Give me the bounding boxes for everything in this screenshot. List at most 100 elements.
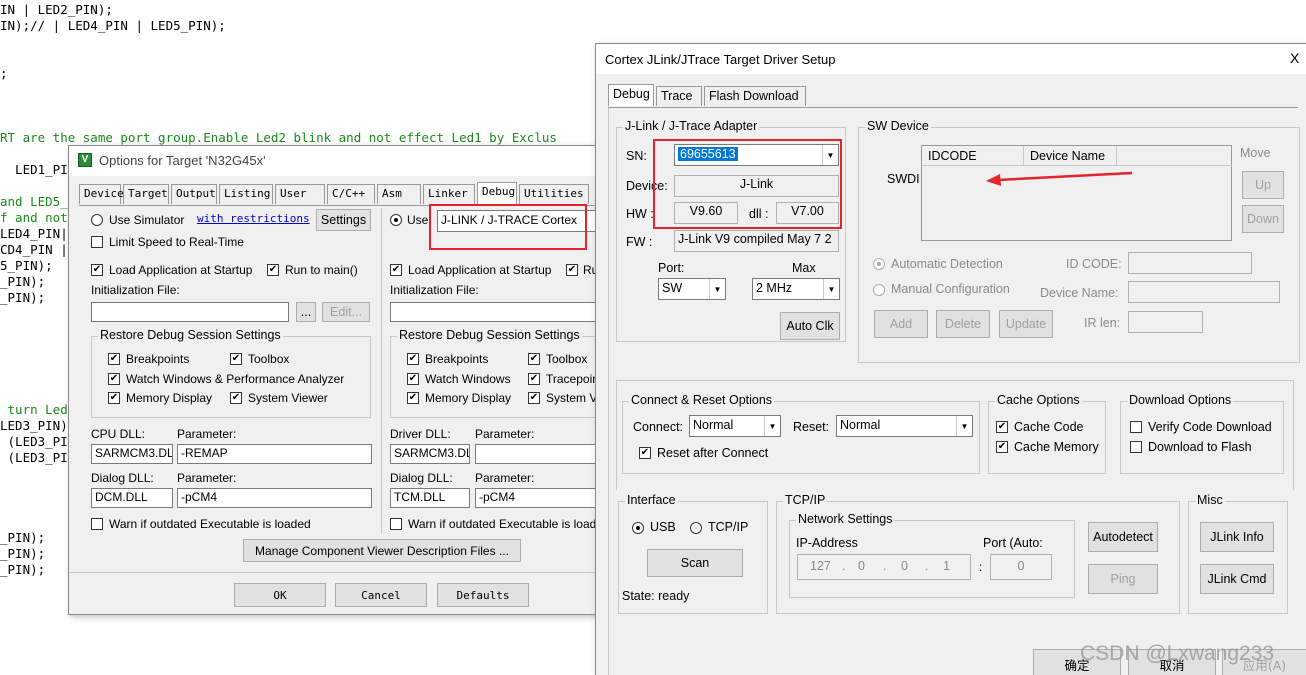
browse-button[interactable]: ... [296, 302, 316, 322]
toolbox-checkbox-target[interactable]: ✔ [528, 353, 540, 365]
cpu-dll-field[interactable]: SARMCM3.DLL [91, 444, 173, 464]
tab-user[interactable]: User [275, 184, 325, 204]
with-restrictions-link[interactable]: with restrictions [197, 212, 310, 225]
col-idcode-header[interactable]: IDCODE [922, 146, 1024, 166]
dialog-parameter-field-target[interactable]: -pCM4 [475, 488, 605, 508]
system-viewer-checkbox[interactable]: ✔ [230, 392, 242, 404]
network-settings-group-label: Network Settings [796, 512, 895, 526]
jlink-cmd-button[interactable]: JLink Cmd [1200, 564, 1274, 594]
breakpoints-checkbox[interactable]: ✔ [108, 353, 120, 365]
scan-button[interactable]: Scan [647, 549, 743, 577]
ir-len-field[interactable] [1128, 311, 1203, 333]
ip-address-field[interactable]: 127 . 0 . 0 . 1 [797, 554, 971, 580]
limit-speed-checkbox[interactable] [91, 236, 103, 248]
up-button[interactable]: Up [1242, 171, 1284, 199]
watch-perf-label: Watch Windows & Performance Analyzer [126, 372, 345, 386]
defaults-button[interactable]: Defaults [437, 583, 529, 607]
dialog-parameter-label: Parameter: [177, 471, 237, 485]
dialog-dll-label-target: Dialog DLL: [390, 471, 453, 485]
options-title: Options for Target 'N32G45x' [99, 153, 266, 168]
auto-detection-radio[interactable] [873, 258, 885, 270]
warn-outdated-checkbox-target[interactable] [390, 518, 402, 530]
init-file-input[interactable] [91, 302, 289, 322]
dialog-dll-field[interactable]: DCM.DLL [91, 488, 173, 508]
autodetect-button[interactable]: Autodetect [1088, 522, 1158, 552]
delete-button[interactable]: Delete [936, 310, 990, 338]
toolbox-checkbox[interactable]: ✔ [230, 353, 242, 365]
sw-device-group-label: SW Device [865, 119, 931, 133]
ok-button[interactable]: OK [234, 583, 326, 607]
tcpip-radio[interactable] [690, 522, 702, 534]
tab-c-cpp[interactable]: C/C++ [327, 184, 375, 204]
load-app-checkbox-target[interactable]: ✔ [390, 264, 402, 276]
port-value: SW [662, 281, 683, 295]
device-name-label: Device Name: [1040, 286, 1119, 300]
sw-device-list[interactable]: IDCODE Device Name [921, 145, 1232, 241]
warn-outdated-label: Warn if outdated Executable is loaded [109, 517, 311, 531]
driver-parameter-field[interactable] [475, 444, 605, 464]
tab-listing[interactable]: Listing [219, 184, 273, 204]
code-line: _PIN); [0, 530, 46, 545]
add-button[interactable]: Add [874, 310, 928, 338]
ir-len-label: IR len: [1084, 316, 1121, 330]
tab-debug[interactable]: Debug [477, 182, 517, 204]
max-clock-value: 2 MHz [756, 281, 793, 295]
tab-utilities[interactable]: Utilities [519, 184, 589, 204]
memory-display-label-target: Memory Display [425, 391, 512, 405]
system-viewer-label: System Viewer [248, 391, 328, 405]
dialog-dll-field-target[interactable]: TCM.DLL [390, 488, 470, 508]
tab-device[interactable]: Device [79, 184, 124, 204]
jlink-info-button[interactable]: JLink Info [1200, 522, 1274, 552]
bottom-separator [69, 572, 609, 573]
max-clock-select[interactable]: 2 MHz ▼ [752, 278, 840, 300]
watch-perf-checkbox[interactable]: ✔ [108, 373, 120, 385]
jlink-tab-debug[interactable]: Debug [608, 84, 654, 106]
jlink-tab-flash-download[interactable]: Flash Download [704, 86, 806, 106]
warn-outdated-checkbox[interactable] [91, 518, 103, 530]
use-debugger-radio[interactable] [390, 214, 402, 226]
auto-detection-label: Automatic Detection [891, 257, 1003, 271]
close-icon[interactable]: X [1290, 50, 1299, 66]
cpu-parameter-field[interactable]: -REMAP [177, 444, 372, 464]
settings-button[interactable]: Settings [316, 209, 371, 231]
run-to-main-checkbox-target[interactable]: ✔ [566, 264, 578, 276]
breakpoints-checkbox-target[interactable]: ✔ [407, 353, 419, 365]
down-button[interactable]: Down [1242, 205, 1284, 233]
auto-clk-button[interactable]: Auto Clk [780, 312, 840, 340]
edit-button[interactable]: Edit... [322, 302, 370, 322]
dialog-parameter-field[interactable]: -pCM4 [177, 488, 372, 508]
device-name-field[interactable] [1128, 281, 1280, 303]
tracepoints-checkbox[interactable]: ✔ [528, 373, 540, 385]
tab-target[interactable]: Target [123, 184, 169, 204]
usb-radio[interactable] [632, 522, 644, 534]
port-select[interactable]: SW ▼ [658, 278, 726, 300]
port-auto-label: Port (Auto: [983, 536, 1043, 550]
tab-linker[interactable]: Linker [423, 184, 475, 204]
cancel-button[interactable]: Cancel [335, 583, 427, 607]
jlink-tab-trace[interactable]: Trace [656, 86, 702, 106]
manage-component-button[interactable]: Manage Component Viewer Description File… [243, 539, 521, 562]
init-file-input-target[interactable] [390, 302, 600, 322]
jlink-dialog: Cortex JLink/JTrace Target Driver Setup … [595, 43, 1306, 675]
run-to-main-checkbox[interactable]: ✔ [267, 264, 279, 276]
use-simulator-radio[interactable] [91, 214, 103, 226]
code-line: (LED3_PI [0, 434, 68, 449]
watch-windows-checkbox[interactable]: ✔ [407, 373, 419, 385]
update-button[interactable]: Update [999, 310, 1053, 338]
col-device-name-header[interactable]: Device Name [1024, 146, 1117, 166]
code-line: ; [0, 66, 8, 81]
system-viewer-checkbox-target[interactable]: ✔ [528, 392, 540, 404]
load-app-checkbox[interactable]: ✔ [91, 264, 103, 276]
manual-config-radio[interactable] [873, 284, 885, 296]
driver-dll-field[interactable]: SARMCM3.DLL [390, 444, 470, 464]
memory-display-checkbox[interactable]: ✔ [108, 392, 120, 404]
ping-button[interactable]: Ping [1088, 564, 1158, 594]
port-number-field[interactable]: 0 [990, 554, 1052, 580]
tab-output[interactable]: Output [171, 184, 217, 204]
memory-display-checkbox-target[interactable]: ✔ [407, 392, 419, 404]
id-code-field[interactable] [1128, 252, 1252, 274]
id-code-label: ID CODE: [1066, 257, 1122, 271]
code-line: CD4_PIN | [0, 242, 68, 257]
code-line: _PIN); [0, 274, 46, 289]
tab-asm[interactable]: Asm [377, 184, 421, 204]
